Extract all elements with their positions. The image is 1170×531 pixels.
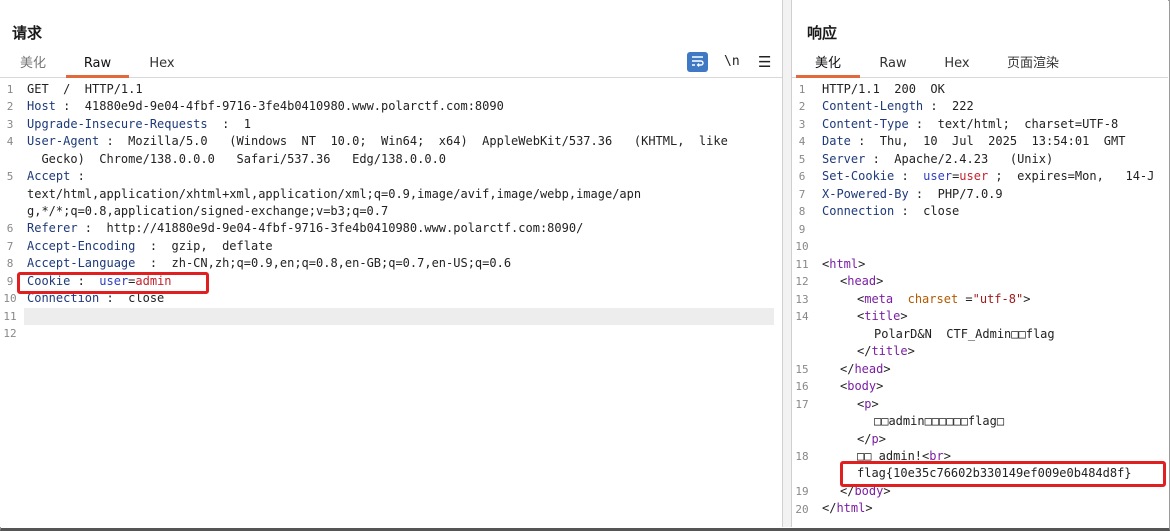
line-number: 7: [6, 240, 14, 253]
line-number: 12: [795, 275, 809, 288]
response-tab-pretty[interactable]: 美化: [796, 52, 860, 78]
line-number: 1: [6, 83, 14, 96]
wrap-lines-icon: [692, 56, 704, 67]
request-line-2: Host : 41880e9d-9e04-4fbf-9716-3fe4b0410…: [27, 99, 504, 113]
response-line-4: Date : Thu, 10 Jul 2025 13:54:01 GMT: [822, 134, 1126, 148]
response-line-11: <html>: [822, 257, 866, 271]
line-number: 7: [798, 188, 806, 201]
line-number: 3: [798, 118, 806, 131]
request-tab-pretty[interactable]: 美化: [12, 52, 54, 75]
response-tab-raw[interactable]: Raw: [872, 52, 914, 75]
line-number: 6: [6, 222, 14, 235]
line-number: 20: [795, 503, 809, 516]
request-line-8: Accept-Language : zh-CN,zh;q=0.9,en;q=0.…: [27, 256, 512, 270]
response-line-12: <head>: [840, 274, 884, 288]
line-number: 16: [795, 380, 809, 393]
request-title: 请求: [12, 24, 43, 42]
response-tabs: 美化 Raw Hex 页面渲染: [792, 52, 1168, 78]
response-line-17-close: </p>: [857, 432, 886, 446]
response-line-17-content: □□admin□□□□□□flag□: [874, 414, 1005, 428]
line-number: 9: [798, 223, 806, 236]
request-line-6: Referer : http://41880e9d-9e04-4fbf-9716…: [27, 221, 584, 235]
line-number: 18: [795, 450, 809, 463]
request-line-4-cont: Gecko) Chrome/138.0.0.0 Safari/537.36 Ed…: [27, 152, 447, 166]
line-number: 5: [798, 153, 806, 166]
request-tab-raw[interactable]: Raw: [66, 52, 129, 78]
line-number: 1: [798, 83, 806, 96]
line-number: 10: [795, 240, 809, 253]
line-number: 8: [6, 257, 14, 270]
request-line-5-cont1: text/html,application/xhtml+xml,applicat…: [27, 187, 642, 201]
line-number: 10: [3, 292, 17, 305]
response-line-16: <body>: [840, 379, 884, 393]
response-line-3: Content-Type : text/html; charset=UTF-8: [822, 117, 1119, 131]
flag-highlight-box: [840, 461, 1166, 487]
request-editor[interactable]: 1 2 3 4 5 6 7 8 9 10 11 12 GET / HTTP/1.…: [0, 80, 782, 527]
response-line-5: Server : Apache/2.4.23 (Unix): [822, 152, 1054, 166]
line-number: 2: [798, 100, 806, 113]
line-number: 17: [795, 398, 809, 411]
request-tabs: 美化 Raw Hex: [0, 52, 782, 78]
response-tab-hex[interactable]: Hex: [936, 52, 978, 75]
line-number: 4: [798, 135, 806, 148]
request-line-5-cont2: g,*/*;q=0.8,application/signed-exchange;…: [27, 204, 389, 218]
cookie-highlight-box: [17, 272, 209, 294]
request-line-5: Accept :: [27, 169, 85, 183]
request-line-1: GET / HTTP/1.1: [27, 82, 143, 96]
response-line-20: </html>: [822, 501, 873, 515]
response-line-7: X-Powered-By : PHP/7.0.9: [822, 187, 1003, 201]
line-number: 15: [795, 363, 809, 376]
response-line-14: <title>: [857, 309, 908, 323]
response-title: 响应: [807, 24, 838, 42]
hamburger-menu-icon[interactable]: ☰: [758, 52, 771, 72]
request-line-7: Accept-Encoding : gzip, deflate: [27, 239, 273, 253]
response-line-1: HTTP/1.1 200 OK: [822, 82, 945, 96]
request-line-4: User-Agent : Mozilla/5.0 (Windows NT 10.…: [27, 134, 728, 148]
line-number: 4: [6, 135, 14, 148]
response-line-13: <meta charset ="utf-8">: [857, 292, 1031, 306]
line-number: 14: [795, 310, 809, 323]
response-pane: 响应 美化 Raw Hex 页面渲染 1 2 3 4 5 6 7 8 9 10 …: [792, 0, 1168, 527]
line-number: 11: [3, 310, 17, 323]
line-number: 11: [795, 258, 809, 271]
response-line-17: <p>: [857, 397, 879, 411]
request-line-3: Upgrade-Insecure-Requests : 1: [27, 117, 251, 131]
line-number: 2: [6, 100, 14, 113]
show-newlines-button[interactable]: \n: [724, 52, 740, 72]
response-line-14-close: </title>: [857, 344, 915, 358]
response-line-2: Content-Length : 222: [822, 99, 974, 113]
response-line-8: Connection : close: [822, 204, 960, 218]
request-pane: 请求 美化 Raw Hex \n ☰ 1 2 3 4 5 6 7 8 9 10 …: [0, 0, 783, 527]
line-number: 19: [795, 485, 809, 498]
current-line-highlight: [24, 308, 774, 325]
request-tab-hex[interactable]: Hex: [140, 52, 184, 75]
pane-splitter[interactable]: [783, 0, 792, 527]
wrap-lines-button[interactable]: [687, 52, 708, 72]
line-number: 5: [6, 170, 14, 183]
response-line-14-content: PolarD&N CTF_Admin□□flag: [874, 327, 1055, 341]
line-number: 13: [795, 293, 809, 306]
response-line-15: </head>: [840, 362, 891, 376]
line-number: 12: [3, 327, 17, 340]
line-number: 3: [6, 118, 14, 131]
response-tab-render[interactable]: 页面渲染: [1000, 52, 1066, 75]
line-number: 8: [798, 205, 806, 218]
response-editor[interactable]: 1 2 3 4 5 6 7 8 9 10 11 12 13 14 15 16 1…: [792, 80, 1168, 527]
response-line-6: Set-Cookie : user=user ; expires=Mon, 14…: [822, 169, 1155, 183]
line-number: 6: [798, 170, 806, 183]
